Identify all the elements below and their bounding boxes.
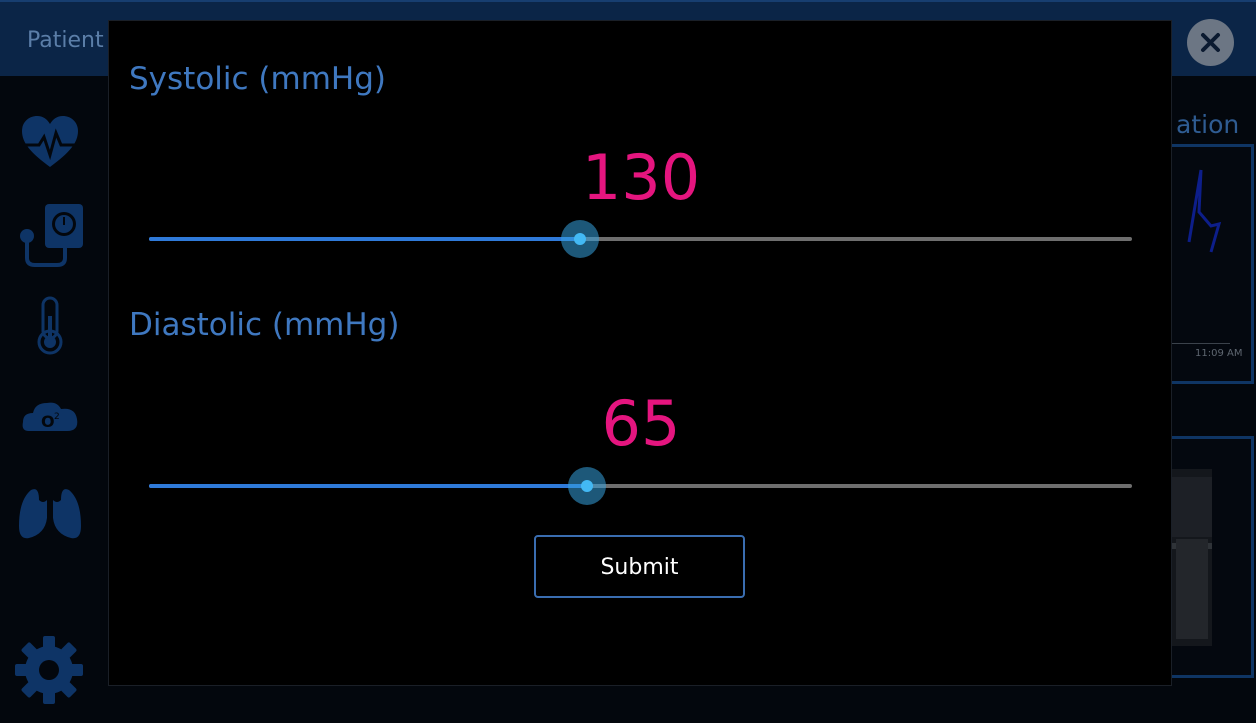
right-panel-title: ation bbox=[1176, 110, 1240, 139]
slider-thumb[interactable] bbox=[568, 467, 607, 505]
diastolic-label: Diastolic (mmHg) bbox=[129, 307, 400, 343]
diastolic-value: 65 bbox=[601, 387, 681, 460]
submit-button[interactable]: Submit bbox=[534, 535, 745, 598]
svg-text:2: 2 bbox=[54, 412, 60, 422]
close-icon bbox=[1201, 33, 1220, 52]
slider-fill bbox=[149, 237, 580, 241]
systolic-slider[interactable] bbox=[149, 220, 1132, 258]
slider-thumb[interactable] bbox=[560, 220, 599, 258]
chart-axis bbox=[1172, 343, 1230, 344]
svg-text:O: O bbox=[41, 412, 55, 431]
systolic-value: 130 bbox=[581, 141, 701, 214]
blood-pressure-dialog: Systolic (mmHg) 130 Diastolic (mmHg) 65 … bbox=[108, 20, 1172, 686]
heart-pulse-icon[interactable] bbox=[21, 115, 79, 169]
thermometer-icon[interactable] bbox=[35, 296, 65, 356]
lungs-icon[interactable] bbox=[17, 478, 83, 542]
header-title: Patient bbox=[27, 28, 104, 53]
oxygen-icon[interactable]: O 2 bbox=[21, 397, 79, 437]
chart-time-label: 11:09 AM bbox=[1195, 348, 1243, 359]
respiration-waveform bbox=[1187, 169, 1222, 253]
slider-fill bbox=[149, 484, 588, 488]
diastolic-slider[interactable] bbox=[149, 467, 1132, 505]
systolic-label: Systolic (mmHg) bbox=[129, 61, 386, 97]
blood-pressure-icon[interactable] bbox=[17, 202, 85, 268]
video-thumbnail bbox=[1172, 469, 1212, 646]
gear-icon[interactable] bbox=[13, 634, 85, 706]
close-button[interactable] bbox=[1187, 19, 1234, 66]
